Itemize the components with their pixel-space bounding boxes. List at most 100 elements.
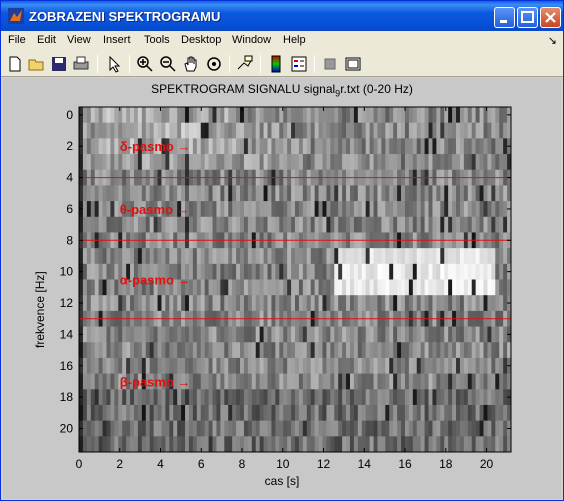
show-plot-tools-icon[interactable] xyxy=(343,54,363,74)
heatmap-cell xyxy=(357,154,363,171)
heatmap-cell xyxy=(342,420,347,437)
heatmap-cell xyxy=(361,138,367,155)
heatmap-cell xyxy=(499,342,504,359)
heatmap-cell xyxy=(310,279,316,296)
heatmap-cell xyxy=(381,201,386,218)
rotate-3d-icon[interactable] xyxy=(204,54,224,74)
heatmap-cell xyxy=(133,342,139,359)
heatmap-cell xyxy=(298,326,304,343)
menu-edit[interactable]: Edit xyxy=(37,34,56,46)
heatmap-cell xyxy=(204,107,209,124)
heatmap-cell xyxy=(240,357,245,374)
heatmap-cell xyxy=(177,248,182,265)
heatmap-cell xyxy=(236,107,241,124)
heatmap-cell xyxy=(181,357,186,374)
hide-plot-tools-icon[interactable] xyxy=(320,54,340,74)
heatmap-cell xyxy=(295,389,300,406)
heatmap-cell xyxy=(503,216,508,233)
heatmap-cell xyxy=(330,185,335,202)
heatmap-cell xyxy=(181,122,186,139)
heatmap-cell xyxy=(346,185,351,202)
heatmap-cell xyxy=(503,373,508,390)
heatmap-cell xyxy=(420,326,425,343)
heatmap-cell xyxy=(408,326,414,343)
heatmap-cell xyxy=(200,122,206,139)
heatmap-cell xyxy=(432,216,437,233)
maximize-button[interactable] xyxy=(517,7,538,28)
heatmap-cell xyxy=(459,248,465,265)
zoom-out-icon[interactable] xyxy=(158,54,178,74)
heatmap-cell xyxy=(487,342,492,359)
heatmap-cell xyxy=(471,138,477,155)
heatmap-cell xyxy=(86,122,92,139)
print-icon[interactable] xyxy=(71,54,91,74)
dock-arrow-icon[interactable]: ↘ xyxy=(548,34,557,47)
heatmap-cell xyxy=(377,326,382,343)
heatmap-cell xyxy=(404,201,410,218)
heatmap-cell xyxy=(287,404,292,422)
heatmap-cell xyxy=(361,342,367,359)
heatmap-cell xyxy=(275,404,280,422)
heatmap-cell xyxy=(357,420,363,437)
heatmap-cell xyxy=(310,216,316,233)
new-file-icon[interactable] xyxy=(5,54,25,74)
heatmap-cell xyxy=(236,122,241,139)
open-folder-icon[interactable] xyxy=(27,54,47,74)
heatmap-cell xyxy=(181,216,186,233)
menu-view[interactable]: View xyxy=(67,34,91,46)
heatmap-cell xyxy=(503,436,508,453)
heatmap-cell xyxy=(318,436,323,453)
heatmap-cell xyxy=(130,404,135,422)
heatmap-cell xyxy=(267,342,272,359)
title-bar[interactable]: ZOBRAZENI SPEKTROGRAMU xyxy=(1,1,563,31)
heatmap-cell xyxy=(126,107,131,124)
heatmap-cell xyxy=(110,295,115,312)
heatmap-cell xyxy=(314,357,319,374)
heatmap-cell xyxy=(448,201,453,218)
close-button[interactable] xyxy=(540,7,561,28)
menu-tools[interactable]: Tools xyxy=(144,34,170,46)
heatmap-cell xyxy=(432,279,437,296)
colorbar-icon[interactable] xyxy=(266,54,286,74)
heatmap-cell xyxy=(334,248,339,265)
heatmap-cell xyxy=(133,295,139,312)
heatmap-cell xyxy=(428,404,433,422)
heatmap-cell xyxy=(404,436,410,453)
minimize-button[interactable] xyxy=(494,7,515,28)
heatmap-cell xyxy=(495,436,500,453)
save-icon[interactable] xyxy=(49,54,69,74)
heatmap-cell xyxy=(475,373,480,390)
heatmap-cell xyxy=(444,279,449,296)
menu-window[interactable]: Window xyxy=(232,34,271,46)
heatmap-cell xyxy=(173,404,178,422)
heatmap-cell xyxy=(487,389,492,406)
menu-file[interactable]: File xyxy=(8,34,26,46)
zoom-in-icon[interactable] xyxy=(135,54,155,74)
heatmap-cell xyxy=(291,342,296,359)
heatmap-cell xyxy=(295,279,300,296)
spectrogram-chart[interactable]: δ-pasmo →θ-pasmo →α-pasmo →β-pasmo →0246… xyxy=(3,78,561,499)
heatmap-cell xyxy=(98,404,103,422)
heatmap-cell xyxy=(456,216,461,233)
heatmap-cell xyxy=(456,263,461,280)
heatmap-cell xyxy=(389,404,394,422)
heatmap-cell xyxy=(94,326,100,343)
heatmap-cell xyxy=(436,420,441,437)
legend-icon[interactable] xyxy=(289,54,309,74)
heatmap-cell xyxy=(137,404,143,422)
pan-hand-icon[interactable] xyxy=(181,54,201,74)
heatmap-cell xyxy=(397,326,402,343)
heatmap-cell xyxy=(82,326,88,343)
menu-insert[interactable]: Insert xyxy=(103,34,131,46)
menu-help[interactable]: Help xyxy=(283,34,306,46)
heatmap-cell xyxy=(236,279,241,296)
heatmap-cell xyxy=(412,216,418,233)
data-cursor-icon[interactable] xyxy=(235,54,255,74)
heatmap-cell xyxy=(440,138,445,155)
heatmap-cell xyxy=(102,389,107,406)
heatmap-cell xyxy=(420,201,425,218)
pointer-icon[interactable] xyxy=(104,54,124,74)
heatmap-cell xyxy=(263,263,268,280)
menu-desktop[interactable]: Desktop xyxy=(181,34,221,46)
heatmap-cell xyxy=(122,326,127,343)
